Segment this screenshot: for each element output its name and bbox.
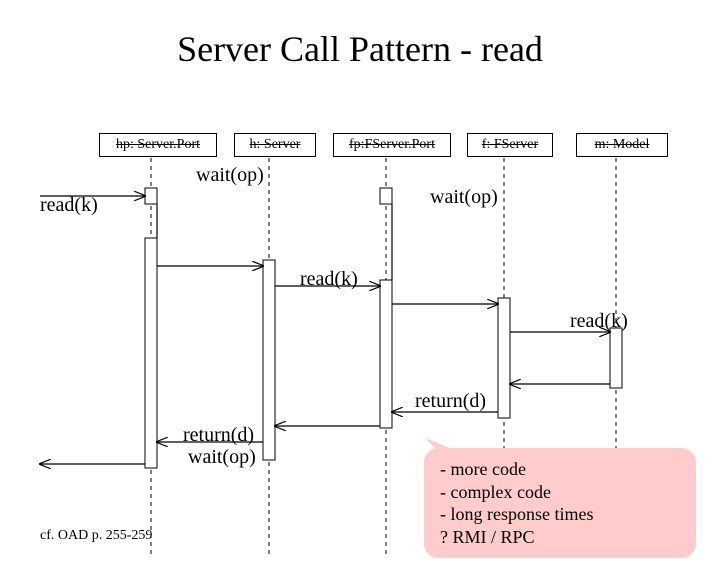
msg-read-k-3: read(k)	[570, 310, 628, 333]
msg-wait-op-1: wait(op)	[196, 164, 264, 187]
callout-note: - more code - complex code - long respon…	[424, 448, 696, 558]
msg-return-d-2: return(d)	[415, 390, 486, 413]
sequence-diagram: hp: Server.Port h: Server fp:FServer.Por…	[0, 28, 720, 568]
footer-ref: cf. OAD p. 255-259	[40, 528, 152, 544]
callout-line: - more code	[440, 458, 680, 481]
callout-line: - complex code	[440, 481, 680, 504]
msg-read-k-2: read(k)	[300, 268, 358, 291]
msg-read-k-1: read(k)	[40, 194, 98, 217]
callout-line: ? RMI / RPC	[440, 526, 680, 549]
msg-return-d-1: return(d)	[183, 424, 254, 447]
msg-wait-op-3: wait(op)	[188, 446, 256, 469]
callout-line: - long response times	[440, 503, 680, 526]
msg-wait-op-2: wait(op)	[430, 186, 498, 209]
